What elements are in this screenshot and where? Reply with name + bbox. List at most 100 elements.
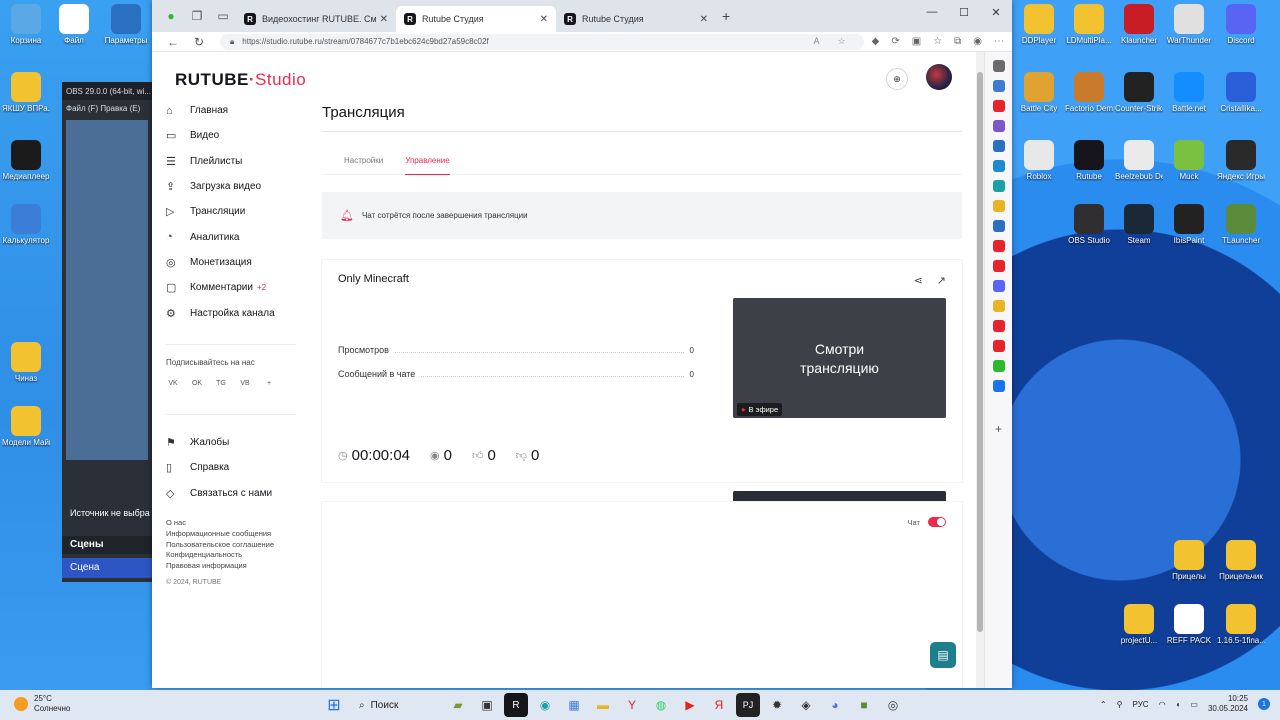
browser-tab[interactable]: R Rutube Студия ✕	[396, 6, 556, 32]
refresh-icon[interactable]: ↻	[186, 35, 212, 49]
page-scrollbar[interactable]	[976, 52, 984, 688]
sidebar-item[interactable]: ◇ Связаться с нами	[166, 481, 306, 506]
vk-icon[interactable]: VK	[166, 376, 180, 390]
browser-tab[interactable]: R Видеохостинг RUTUBE. Смотри... ✕	[236, 6, 396, 32]
start-icon[interactable]: ⊞	[322, 693, 346, 717]
sidebar-app-icon[interactable]	[992, 220, 1005, 232]
desktop-icon[interactable]: Steam	[1115, 204, 1163, 245]
desktop-icon[interactable]: ЯКШУ ВПРа...	[2, 72, 50, 113]
sidebar-item[interactable]: ⌂ Главная	[166, 98, 306, 123]
footer-link[interactable]: Правовая информация	[166, 561, 274, 572]
chevron-up-icon[interactable]: ⌃	[1100, 700, 1107, 709]
profile-icon[interactable]: ●	[158, 4, 184, 28]
unity-icon[interactable]: ◈	[794, 693, 818, 717]
sidebar-app-icon[interactable]	[992, 240, 1005, 252]
desktop-icon[interactable]: Модели Майн	[2, 406, 50, 447]
scrollbar-thumb[interactable]	[977, 72, 983, 632]
sidebar-app-icon[interactable]	[992, 360, 1005, 372]
browser-tab[interactable]: R Rutube Студия ✕	[556, 6, 716, 32]
desktop-icon[interactable]: Battle.net	[1165, 72, 1213, 113]
desktop-icon[interactable]: Beelzebub Demo	[1115, 140, 1163, 181]
sidebar-item[interactable]: ☰ Плейлисты	[166, 149, 306, 174]
task-view-icon[interactable]: ▣	[475, 693, 499, 717]
sidebar-app-icon[interactable]	[992, 260, 1005, 272]
sidebar-app-icon[interactable]	[992, 380, 1005, 392]
obs-window[interactable]: OBS 29.0.0 (64-bit, wi... Файл (F) Правк…	[62, 82, 152, 582]
usb-icon[interactable]: ⚲	[1117, 700, 1123, 709]
explorer-icon[interactable]: ▬	[591, 693, 615, 717]
chat-switch[interactable]	[928, 517, 946, 527]
rutube-studio-logo[interactable]: RUTUBE·Studio	[175, 70, 306, 90]
desktop-icon[interactable]: Battle City	[1015, 72, 1063, 113]
weather-widget[interactable]: 25°C Солнечно	[14, 694, 70, 714]
obs-taskbar-icon[interactable]: ◎	[881, 693, 905, 717]
collections-icon[interactable]: ❐	[184, 4, 210, 28]
more-icon[interactable]: +	[262, 376, 276, 390]
viber-icon[interactable]: VB	[238, 376, 252, 390]
sidebar-item[interactable]: ⇪ Загрузка видео	[166, 174, 306, 199]
clock[interactable]: 10:25 30.05.2024	[1208, 694, 1248, 714]
volume-icon[interactable]: ◖	[1176, 700, 1181, 709]
desktop-icon[interactable]: Калькулятор	[2, 204, 50, 245]
desktop-icon[interactable]: DDPlayer	[1015, 4, 1063, 45]
url-field[interactable]: 🔒︎ https://studio.rutube.ru/stream/07846…	[220, 33, 864, 50]
wifi-icon[interactable]: ◠	[1159, 700, 1166, 709]
share-icon[interactable]: ⋖	[914, 274, 923, 287]
avatar[interactable]	[926, 64, 952, 90]
edge-icon[interactable]: ◉	[533, 693, 557, 717]
desktop-icon[interactable]: Rutube	[1065, 140, 1113, 181]
chat-fab-icon[interactable]: ▤	[930, 642, 956, 668]
desktop-icon[interactable]: REFF PACK	[1165, 604, 1213, 645]
sidebar-app-icon[interactable]	[992, 180, 1005, 192]
footer-link[interactable]: О нас	[166, 518, 274, 529]
collections-2-icon[interactable]: ⧉	[954, 36, 961, 47]
url-actions[interactable]: A ☆	[814, 36, 854, 47]
desktop-icon[interactable]: Прицельчик	[1217, 540, 1265, 581]
desktop-icon[interactable]: Файл	[50, 4, 98, 45]
close-tab-icon[interactable]: ✕	[380, 14, 388, 25]
close-tab-icon[interactable]: ✕	[540, 14, 548, 25]
footer-link[interactable]: Информационные сообщения	[166, 529, 274, 540]
sidebar-app-icon[interactable]	[992, 60, 1005, 72]
sidebar-app-icon[interactable]	[992, 120, 1005, 132]
sidebar-app-icon[interactable]	[992, 340, 1005, 352]
sidebar-app-icon[interactable]	[992, 200, 1005, 212]
tab-settings[interactable]: Настройки	[344, 147, 383, 175]
chat-toggle[interactable]: Чат	[908, 517, 946, 527]
desktop-icon[interactable]: Чиназ	[2, 342, 50, 383]
ok-icon[interactable]: OK	[190, 376, 204, 390]
desktop-icon[interactable]: Медиаплеер	[2, 140, 50, 181]
menu-icon[interactable]: ⋯	[994, 36, 1004, 47]
add-content-icon[interactable]: ⊕	[886, 68, 908, 90]
close-window-icon[interactable]: ✕	[980, 0, 1012, 24]
sync-icon[interactable]: ⟳	[891, 36, 899, 47]
desktop-icon[interactable]: OBS Studio	[1065, 204, 1113, 245]
notification-icon[interactable]: 1	[1258, 698, 1270, 710]
desktop-icon[interactable]: Прицелы	[1165, 540, 1213, 581]
desktop-icon[interactable]: Factorio Demo	[1065, 72, 1113, 113]
discord-taskbar-icon[interactable]: ◕	[823, 693, 847, 717]
sidebar-item[interactable]: ⚙ Настройка канала	[166, 300, 306, 325]
desktop-icon[interactable]: IbisPaint	[1165, 204, 1213, 245]
obs-scene-item[interactable]: Сцена	[62, 558, 152, 578]
battery-icon[interactable]: ▭	[1190, 700, 1198, 709]
yandex-icon[interactable]: Я	[707, 693, 731, 717]
sidebar-app-icon[interactable]	[992, 100, 1005, 112]
add-sidebar-app-icon[interactable]: +	[995, 422, 1002, 436]
telegram-icon[interactable]: TG	[214, 376, 228, 390]
desktop-icon[interactable]: WarThunder	[1165, 4, 1213, 45]
youtube-icon[interactable]: ▶	[678, 693, 702, 717]
desktop-icon[interactable]: Параметры	[102, 4, 150, 45]
desktop-icon[interactable]: TLauncher	[1217, 204, 1265, 245]
yandex-browser-icon[interactable]: Y	[620, 693, 644, 717]
split-icon[interactable]: ▣	[912, 36, 921, 47]
sidebar-item[interactable]: ▭ Видео	[166, 123, 306, 148]
desktop-icon[interactable]: Discord	[1217, 4, 1265, 45]
sidebar-item[interactable]: ▢ Комментарии +2	[166, 275, 306, 300]
desktop-icon[interactable]: 1.16.5-1fina...	[1217, 604, 1265, 645]
sidebar-item[interactable]: ▯ Справка	[166, 455, 306, 480]
desktop-icon[interactable]: LDMultiPla...	[1065, 4, 1113, 45]
widgets-icon[interactable]: ▰	[446, 693, 470, 717]
copilot-icon[interactable]: ◉	[973, 36, 982, 47]
close-tab-icon[interactable]: ✕	[700, 14, 708, 25]
